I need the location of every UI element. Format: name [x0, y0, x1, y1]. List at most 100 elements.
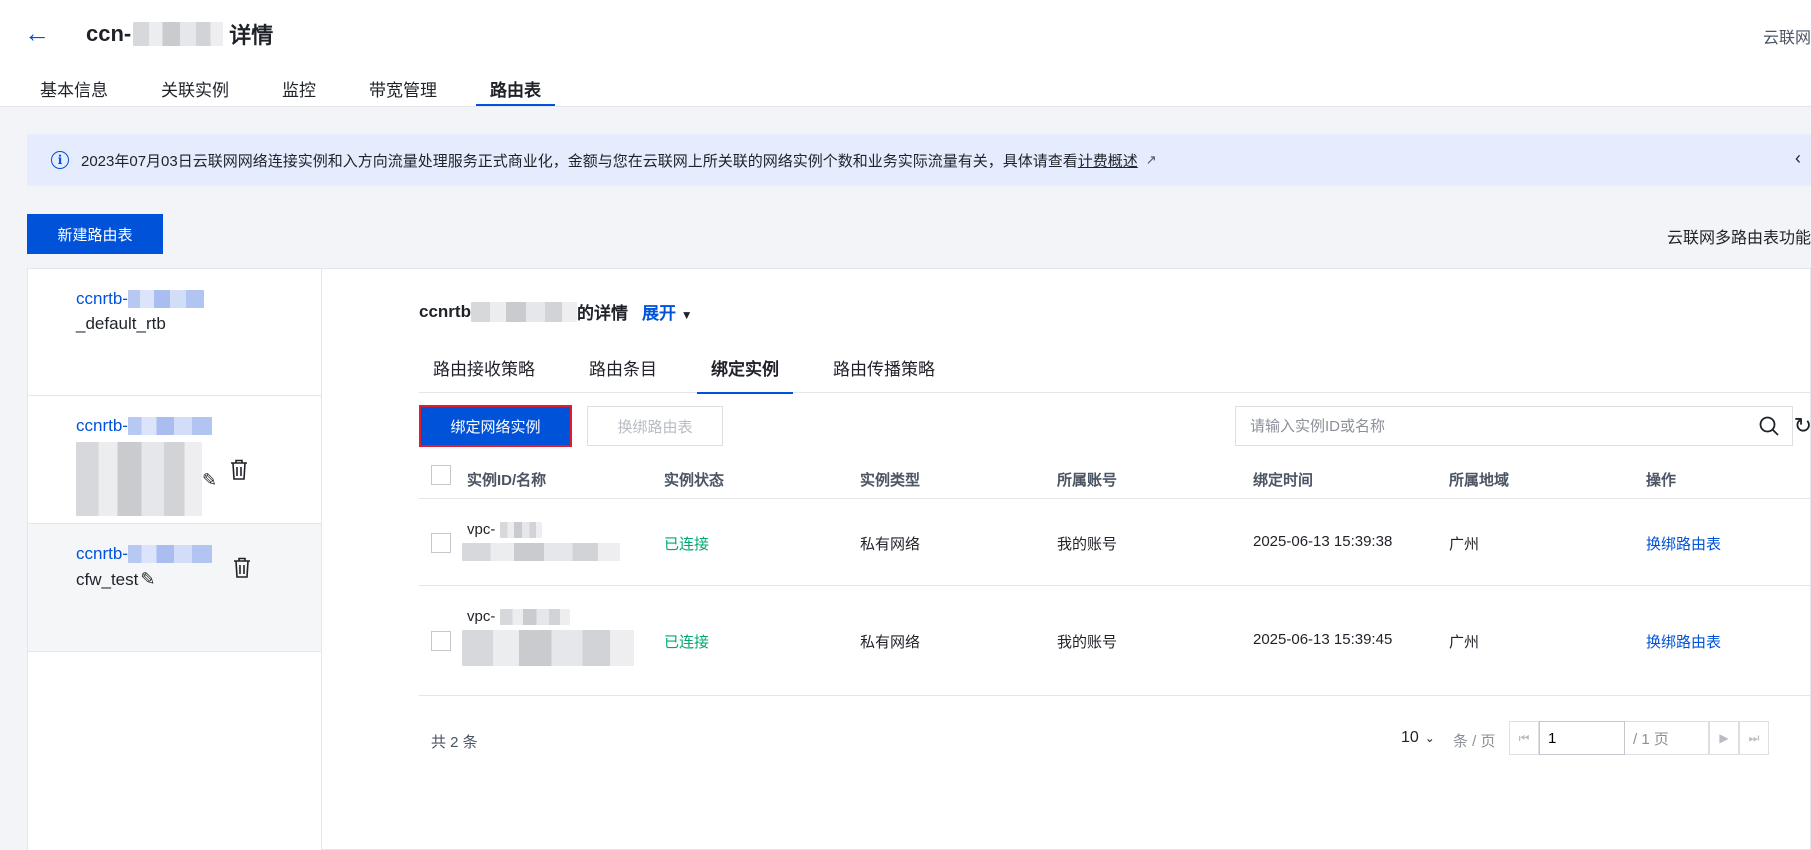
route-table-item-selected[interactable]: ccnrtb- cfw_test ✎: [28, 524, 321, 652]
arrow-left-icon[interactable]: ←: [24, 20, 50, 46]
page-header: ← ccn- 详情 云联网 基本信息 关联实例 监控 带宽管理 路由表: [0, 0, 1811, 107]
chevron-left-icon[interactable]: ‹: [1795, 148, 1811, 169]
route-table-id[interactable]: ccnrtb-: [76, 416, 212, 436]
column-header: 绑定时间: [1253, 472, 1314, 489]
total-count: 共 2 条: [431, 734, 478, 751]
instance-name: [462, 630, 634, 666]
detail-title-suffix: 的详情: [576, 304, 628, 323]
bind-time: 2025-06-13 15:39:38: [1253, 533, 1393, 550]
trash-icon[interactable]: [230, 459, 248, 486]
redacted-name: [462, 543, 620, 562]
tab-basic-info[interactable]: 基本信息: [40, 72, 108, 106]
detail-title-prefix: ccnrtb: [419, 301, 471, 321]
table-row: vpc- 已连接 私有网络 我的账号 2025-06-13 15:39:38 广…: [419, 499, 1811, 586]
tab-route-propagation-policy[interactable]: 路由传播策略: [833, 357, 935, 393]
tab-route-receive-policy[interactable]: 路由接收策略: [433, 357, 535, 393]
page-size-select[interactable]: 10 ⌄: [1401, 729, 1435, 747]
billing-overview-link[interactable]: 计费概述: [1078, 150, 1138, 171]
total-pages: / 1 页: [1625, 721, 1709, 755]
redacted-id: [133, 22, 224, 46]
page-number-input[interactable]: [1539, 721, 1625, 755]
external-link-icon[interactable]: ↗: [1146, 152, 1157, 168]
route-table-name-text: cfw_test: [76, 569, 139, 589]
redacted-id: [499, 522, 542, 539]
pagination: 共 2 条 10 ⌄ 条 / 页 ⏮ / 1 页 ▶ ⏭: [419, 719, 1811, 759]
row-checkbox[interactable]: [431, 533, 451, 553]
new-route-table-button[interactable]: 新建路由表: [27, 214, 163, 254]
tab-route-entries[interactable]: 路由条目: [589, 357, 657, 393]
instance-id-prefix: vpc-: [467, 521, 496, 538]
rebind-route-table-link[interactable]: 换绑路由表: [1646, 533, 1721, 554]
tab-monitor[interactable]: 监控: [282, 72, 316, 106]
route-table-name: cfw_test ✎: [76, 569, 155, 590]
expand-label: 展开: [641, 304, 676, 323]
route-table-name: _default_rtb: [76, 314, 166, 333]
route-table-item[interactable]: ccnrtb- _default_rtb: [28, 269, 321, 396]
tab-bound-instances[interactable]: 绑定实例: [697, 357, 793, 394]
route-table-id-text: ccnrtb-: [76, 544, 128, 563]
account: 我的账号: [1057, 536, 1118, 553]
refresh-icon[interactable]: ↻: [1794, 413, 1811, 439]
region: 广州: [1449, 536, 1480, 553]
tab-bandwidth[interactable]: 带宽管理: [369, 72, 437, 106]
page-size-value: 10: [1401, 729, 1419, 746]
status-badge: 已连接: [664, 634, 710, 651]
rebind-route-table-link[interactable]: 换绑路由表: [1646, 631, 1721, 652]
route-table-name: [76, 442, 202, 516]
column-header: 实例状态: [664, 472, 725, 489]
content-panel: ccnrtb- _default_rtb ccnrtb- ✎ ccnrtb- c…: [27, 268, 1811, 850]
table-header-row: 实例ID/名称 实例状态 实例类型 所属账号 绑定时间 所属地域 操作: [419, 459, 1811, 499]
column-header: 所属账号: [1057, 472, 1118, 489]
status-badge: 已连接: [664, 536, 710, 553]
search-icon[interactable]: [1758, 415, 1780, 437]
first-page-icon[interactable]: ⏮: [1509, 721, 1539, 755]
instance-name: [462, 543, 620, 562]
row-checkbox[interactable]: [431, 631, 451, 651]
route-table-list: ccnrtb- _default_rtb ccnrtb- ✎ ccnrtb- c…: [28, 269, 322, 850]
title-prefix: ccn-: [86, 21, 132, 46]
region: 广州: [1449, 634, 1480, 651]
last-page-icon[interactable]: ⏭: [1739, 721, 1769, 755]
edit-icon[interactable]: ✎: [140, 569, 155, 590]
column-header: 所属地域: [1449, 472, 1510, 489]
page-title: ccn- 详情: [86, 18, 273, 50]
route-table-id[interactable]: ccnrtb-: [76, 289, 204, 309]
route-table-id-text: ccnrtb-: [76, 416, 128, 435]
top-right-label: 云联网: [1762, 30, 1811, 47]
trash-icon[interactable]: [233, 557, 251, 584]
route-table-id-text: ccnrtb-: [76, 289, 128, 308]
instance-id[interactable]: vpc-: [467, 608, 570, 626]
table-row: vpc- 已连接 私有网络 我的账号 2025-06-13 15:39:45 广…: [419, 586, 1811, 696]
expand-toggle[interactable]: 展开 ▼: [642, 299, 693, 324]
next-page-icon[interactable]: ▶: [1709, 721, 1739, 755]
account: 我的账号: [1057, 634, 1118, 651]
caret-down-icon: ▼: [680, 308, 693, 322]
main-tabs: 基本信息 关联实例 监控 带宽管理 路由表: [0, 72, 594, 106]
search-input[interactable]: [1236, 417, 1736, 435]
tab-related-instances[interactable]: 关联实例: [161, 72, 229, 106]
instance-id[interactable]: vpc-: [467, 521, 542, 539]
multi-route-table-text[interactable]: 云联网多路由表功能: [1667, 224, 1811, 248]
route-table-item[interactable]: ccnrtb- ✎: [28, 396, 321, 524]
redacted-id: [499, 609, 570, 626]
redacted-id: [127, 290, 204, 308]
notice-banner: i 2023年07月03日云联网网络连接实例和入方向流量处理服务正式商业化，金额…: [27, 134, 1811, 186]
column-header: 实例类型: [860, 472, 921, 489]
route-table-detail: ccnrtb 的详情 展开 ▼ 路由接收策略 路由条目 绑定实例 路由传播策略 …: [322, 269, 1811, 850]
instance-type: 私有网络: [860, 634, 921, 651]
page-size-unit: 条 / 页: [1453, 733, 1496, 750]
instance-id-prefix: vpc-: [467, 608, 496, 625]
tab-route-table[interactable]: 路由表: [476, 72, 555, 106]
rebind-route-table-button[interactable]: 换绑路由表: [587, 406, 723, 446]
bind-time: 2025-06-13 15:39:45: [1253, 631, 1393, 648]
redacted-name: [76, 442, 202, 516]
title-suffix: 详情: [229, 23, 274, 48]
search-box: [1235, 406, 1793, 446]
info-icon: i: [51, 151, 69, 169]
edit-icon[interactable]: ✎: [202, 470, 217, 491]
bind-network-instance-button[interactable]: 绑定网络实例: [419, 405, 572, 447]
redacted-id: [470, 301, 577, 322]
route-table-id[interactable]: ccnrtb-: [76, 544, 212, 564]
select-all-checkbox[interactable]: [431, 465, 451, 485]
detail-tabs: 路由接收策略 路由条目 绑定实例 路由传播策略: [419, 357, 1811, 394]
